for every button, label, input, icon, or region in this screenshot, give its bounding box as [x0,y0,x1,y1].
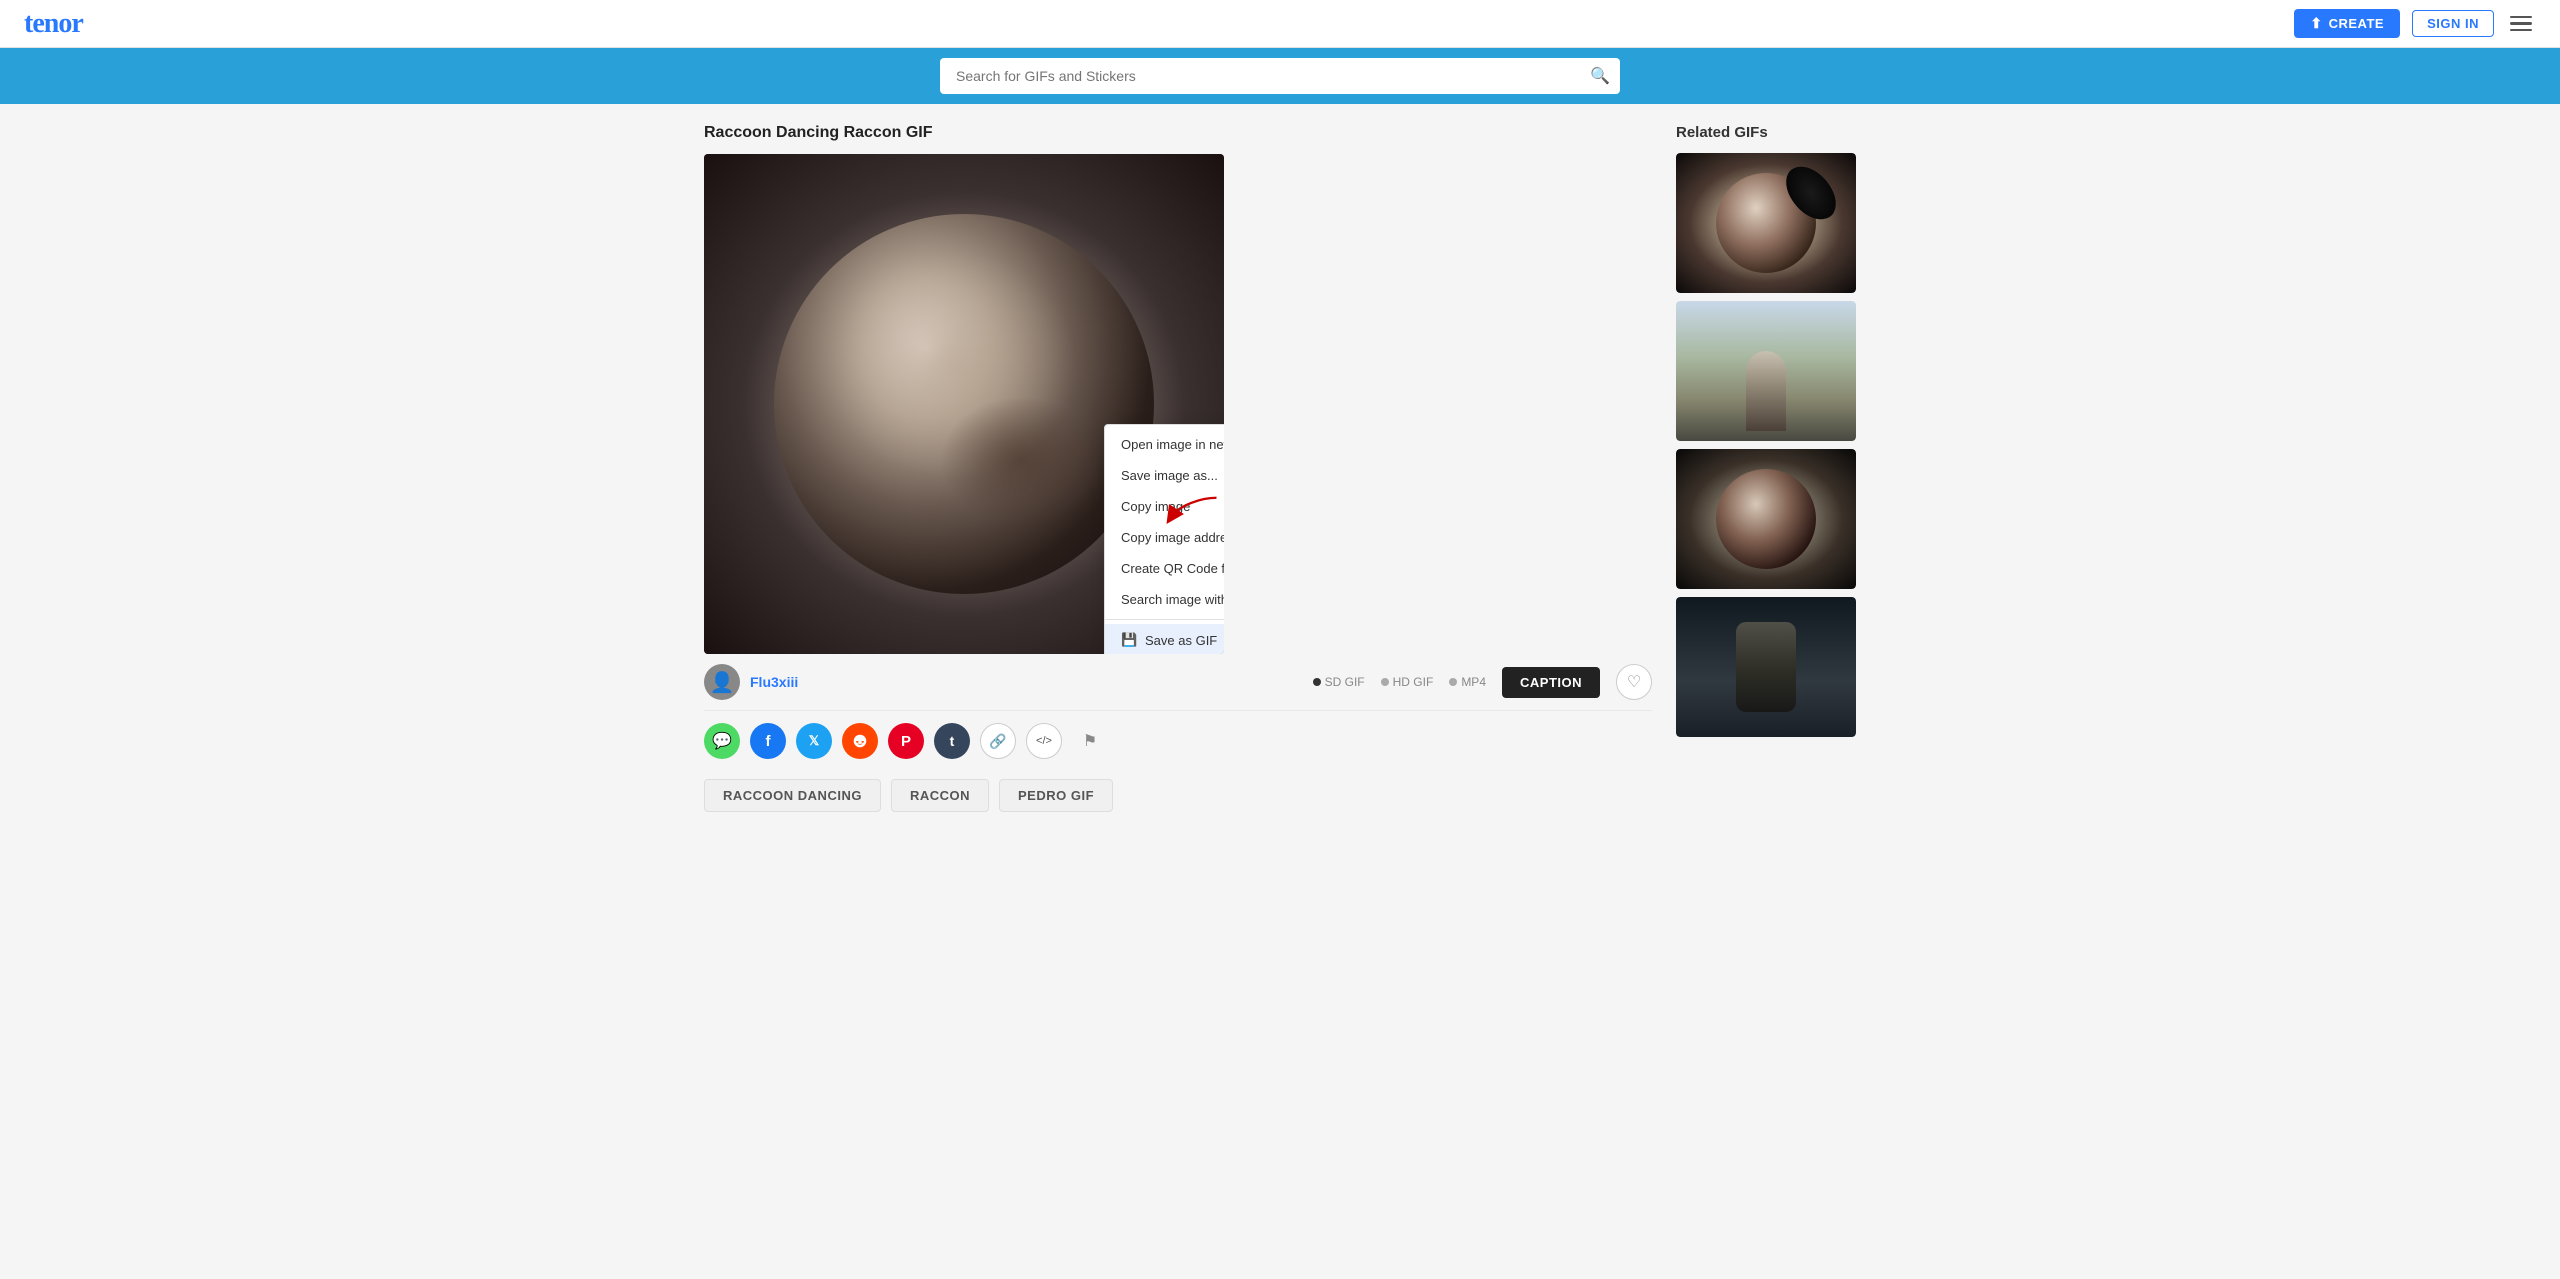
related-gifs-title: Related GIFs [1676,124,1856,141]
save-image-label: Save image as... [1121,468,1218,483]
arrow-svg [1164,489,1224,529]
sd-gif-option[interactable]: SD GIF [1313,675,1365,689]
reddit-icon [851,732,869,750]
related-gif-img-1 [1676,153,1856,293]
save-as-gif-label: Save as GIF [1145,633,1217,648]
search-image-label: Search image with Google [1121,592,1224,607]
page-title: Raccoon Dancing Raccon GIF [704,124,1652,142]
caption-button[interactable]: CAPTION [1502,667,1600,698]
search-button[interactable]: 🔍 [1590,66,1610,86]
share-flag-button[interactable]: ⚑ [1072,723,1108,759]
signin-button[interactable]: SIGN IN [2412,10,2494,37]
hd-label: HD GIF [1393,675,1434,689]
search-input[interactable] [940,58,1620,94]
search-icon: 🔍 [1590,68,1610,85]
link-icon: 🔗 [989,733,1006,750]
related-gif-3[interactable] [1676,449,1856,589]
author-name[interactable]: Flu3xiii [750,674,798,690]
search-bar: 🔍 [0,48,2560,104]
logo: tenor [24,8,83,40]
search-container: 🔍 [940,58,1620,94]
left-section: Raccoon Dancing Raccon GIF Open image in… [704,124,1652,812]
flag-icon: ⚑ [1083,731,1097,751]
related-gif-4[interactable] [1676,597,1856,737]
gif-controls: Flu3xiii SD GIF HD GIF MP4 CAPTION ♡ [704,654,1652,711]
related-gif-2[interactable] [1676,301,1856,441]
mp4-dot [1449,678,1457,686]
hamburger-line [2510,16,2532,19]
create-qr-label: Create QR Code for this image [1121,561,1224,576]
tags-section: RACCOON DANCING RACCON PEDRO GIF [704,779,1652,812]
context-menu-separator [1105,619,1224,620]
share-message-button[interactable]: 💬 [704,723,740,759]
hamburger-line [2510,29,2532,32]
context-menu: Open image in new tab Save image as... C… [1104,424,1224,654]
twitter-icon: 𝕏 [809,733,819,749]
share-tumblr-button[interactable]: t [934,723,970,759]
tag-raccoon-dancing-label: RACCOON DANCING [723,788,862,803]
header-right: ⬆ CREATE SIGN IN [2294,9,2536,38]
share-facebook-button[interactable]: f [750,723,786,759]
context-menu-item-open[interactable]: Open image in new tab [1105,429,1224,460]
favorite-button[interactable]: ♡ [1616,664,1652,700]
share-embed-button[interactable]: </> [1026,723,1062,759]
related-gif-img-3 [1676,449,1856,589]
share-section: 💬 f 𝕏 P t [704,723,1652,759]
gif-container: Open image in new tab Save image as... C… [704,154,1224,654]
create-button[interactable]: ⬆ CREATE [2294,9,2400,38]
context-menu-item-search[interactable]: Search image with Google [1105,584,1224,615]
tag-raccon[interactable]: RACCON [891,779,989,812]
related-gif-1[interactable] [1676,153,1856,293]
tag-pedro-gif[interactable]: PEDRO GIF [999,779,1113,812]
arrow-indicator [1164,489,1224,532]
message-icon: 💬 [712,731,732,751]
related-gif-img-4 [1676,597,1856,737]
tumblr-icon: t [950,733,955,749]
share-twitter-button[interactable]: 𝕏 [796,723,832,759]
save-gif-icon: 💾 [1121,632,1137,648]
hd-gif-option[interactable]: HD GIF [1381,675,1434,689]
upload-icon: ⬆ [2310,15,2322,32]
right-section: Related GIFs [1676,124,1856,812]
tag-raccoon-dancing[interactable]: RACCOON DANCING [704,779,881,812]
raccoon-gif [774,214,1154,594]
related-gif-img-2 [1676,301,1856,441]
share-reddit-button[interactable] [842,723,878,759]
mp4-label: MP4 [1461,675,1486,689]
header: tenor ⬆ CREATE SIGN IN [0,0,2560,48]
sd-dot [1313,678,1321,686]
facebook-icon: f [766,733,771,750]
share-link-button[interactable]: 🔗 [980,723,1016,759]
context-menu-item-save[interactable]: Save image as... [1105,460,1224,491]
embed-icon: </> [1036,735,1052,747]
hamburger-line [2510,22,2532,25]
tag-pedro-gif-label: PEDRO GIF [1018,788,1094,803]
heart-icon: ♡ [1627,672,1641,692]
hamburger-menu[interactable] [2506,12,2536,36]
main-content: Raccoon Dancing Raccon GIF Open image in… [680,104,1880,832]
mp4-option[interactable]: MP4 [1449,675,1486,689]
context-menu-item-qr[interactable]: Create QR Code for this image [1105,553,1224,584]
gif-format-options: SD GIF HD GIF MP4 CAPTION ♡ [1313,664,1652,700]
context-menu-item-save-gif[interactable]: 💾 Save as GIF [1105,624,1224,654]
sd-label: SD GIF [1325,675,1365,689]
author-avatar [704,664,740,700]
share-pinterest-button[interactable]: P [888,723,924,759]
hd-dot [1381,678,1389,686]
create-label: CREATE [2329,16,2384,31]
open-image-label: Open image in new tab [1121,437,1224,452]
tag-raccon-label: RACCON [910,788,970,803]
copy-image-address-label: Copy image address [1121,530,1224,545]
pinterest-icon: P [901,733,911,750]
gif-author: Flu3xiii [704,664,798,700]
